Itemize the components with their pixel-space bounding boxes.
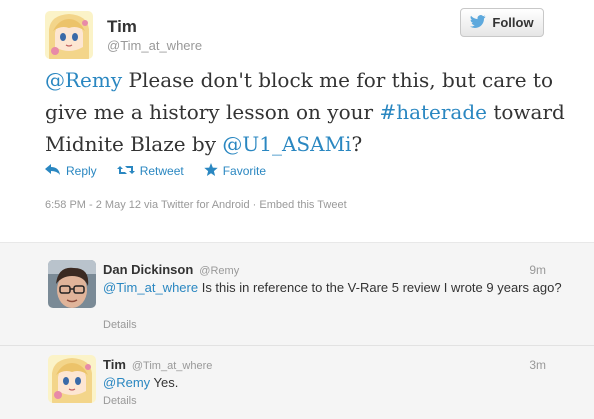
retweet-label: Retweet xyxy=(139,164,184,178)
reply-author-handle: @Tim_at_where xyxy=(131,360,213,372)
replies-list: Dan Dickinson @Remy 9m @Tim_at_where Is t… xyxy=(0,242,594,419)
reply-text: @Remy Yes. xyxy=(103,374,563,392)
reply-avatar[interactable] xyxy=(48,260,96,308)
follow-button[interactable]: Follow xyxy=(460,8,544,37)
reply-text-part: Is this in reference to the V-Rare 5 rev… xyxy=(198,280,562,295)
retweet-button[interactable]: Retweet xyxy=(116,164,184,179)
reply-author[interactable]: Tim @Tim_at_where xyxy=(103,357,212,372)
embed-tweet-link[interactable]: Embed this Tweet xyxy=(259,199,346,211)
favorite-button[interactable]: Favorite xyxy=(204,162,267,180)
star-icon xyxy=(204,162,218,180)
reply-button[interactable]: Reply xyxy=(45,163,97,179)
follow-label: Follow xyxy=(492,15,534,30)
mention-link[interactable]: @Tim_at_where xyxy=(103,280,198,295)
reply-text: @Tim_at_where Is this in reference to th… xyxy=(103,279,563,297)
author-avatar[interactable] xyxy=(45,11,93,59)
favorite-label: Favorite xyxy=(222,164,267,178)
reply-item[interactable]: Tim @Tim_at_where 3m @Remy Yes. Details xyxy=(0,346,594,419)
reply-details-link[interactable]: Details xyxy=(103,395,137,407)
reply-text-part: Yes. xyxy=(150,375,179,390)
meta-separator: · xyxy=(249,199,260,211)
mention-link[interactable]: @U1_ASAMi xyxy=(222,132,351,156)
tweet-text: @Remy Please don't block me for this, bu… xyxy=(45,64,565,160)
main-tweet: Tim @Tim_at_where Follow @Remy Please do… xyxy=(0,0,594,242)
tweet-meta: 6:58 PM - 2 May 12 via Twitter for Andro… xyxy=(45,199,347,211)
reply-time[interactable]: 3m xyxy=(529,358,546,372)
tweet-text-part: ? xyxy=(351,132,363,156)
reply-author-name: Dan Dickinson xyxy=(103,262,194,277)
hashtag-link[interactable]: #haterade xyxy=(379,100,487,124)
reply-label: Reply xyxy=(66,164,97,178)
retweet-icon xyxy=(116,164,135,179)
tweet-actions: Reply Retweet Favorite xyxy=(45,162,286,180)
mention-link[interactable]: @Remy xyxy=(103,375,150,390)
reply-time[interactable]: 9m xyxy=(529,263,546,277)
reply-author-handle: @Remy xyxy=(199,265,240,277)
reply-avatar[interactable] xyxy=(48,355,96,403)
mention-link[interactable]: @Remy xyxy=(45,68,122,92)
reply-item[interactable]: Dan Dickinson @Remy 9m @Tim_at_where Is t… xyxy=(0,243,594,345)
reply-author[interactable]: Dan Dickinson @Remy xyxy=(103,262,239,277)
reply-details-link[interactable]: Details xyxy=(103,319,137,331)
twitter-bird-icon xyxy=(470,14,486,31)
reply-arrow-icon xyxy=(45,163,61,179)
tweet-timestamp[interactable]: 6:58 PM - 2 May 12 via Twitter for Andro… xyxy=(45,199,250,211)
author-name[interactable]: Tim xyxy=(107,17,137,37)
author-handle[interactable]: @Tim_at_where xyxy=(107,38,202,53)
reply-author-name: Tim xyxy=(103,357,126,372)
